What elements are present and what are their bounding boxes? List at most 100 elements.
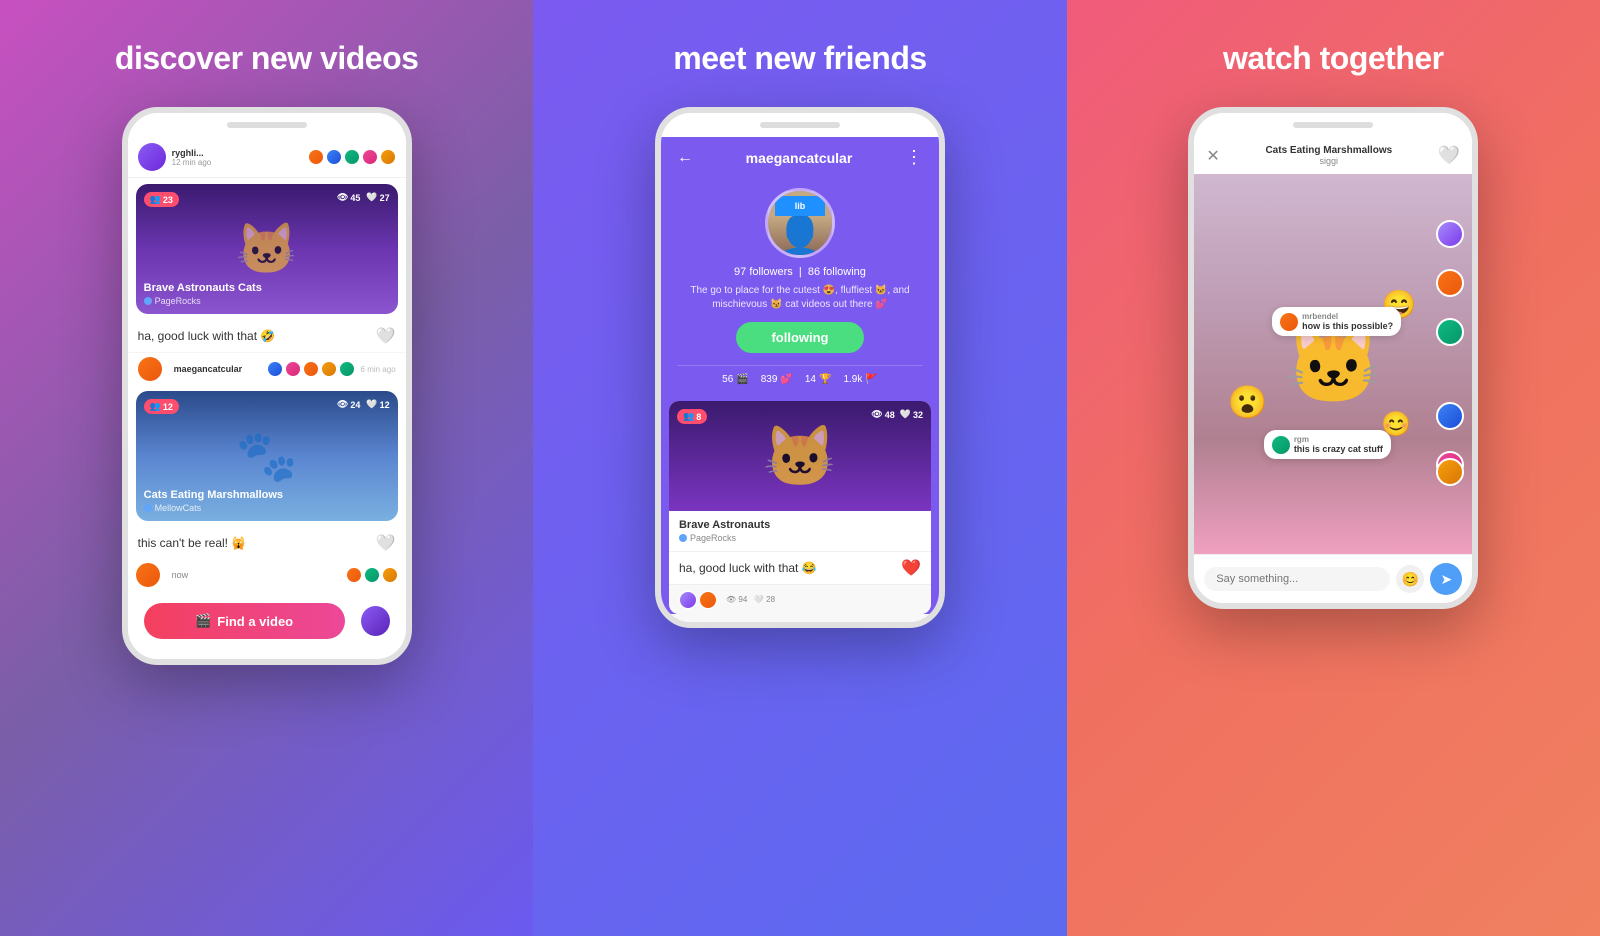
watch-top-bar: ✕ Cats Eating Marshmallows siggi 🤍	[1194, 137, 1472, 174]
comment-row-1: ha, good luck with that 🤣 🤍	[128, 320, 406, 352]
profile-bg: ← maegancatcular ⋮ 👤 lib 97 followers	[661, 137, 939, 614]
mini-avatar	[267, 361, 283, 377]
profile-stats: 97 followers | 86 following	[661, 266, 939, 278]
side-avatar-1	[1436, 220, 1464, 248]
find-video-button[interactable]: 🎬 Find a video	[144, 603, 345, 639]
mini-avatar	[308, 149, 324, 165]
profile-channel-name: PageRocks	[690, 533, 736, 543]
video-thumb-1: 🐱 👥 23 👁 45 🤍 27 Brave Astronauts Cats	[136, 184, 398, 314]
mini-avatar	[285, 361, 301, 377]
comment-text-2: this can't be real! 🙀	[138, 536, 376, 550]
divider-username: maegancatcular	[174, 364, 267, 374]
video-card-1[interactable]: 🐱 👥 23 👁 45 🤍 27 Brave Astronauts Cats	[136, 184, 398, 314]
mini-avatar	[346, 567, 362, 583]
heart-red-icon[interactable]: ❤️	[901, 558, 921, 578]
phone-notch-3	[1194, 113, 1472, 137]
chat-msg-1: how is this possible?	[1302, 321, 1393, 331]
badge-4: 1.9k 🚩	[843, 374, 877, 385]
avatar-hat: lib	[775, 196, 825, 216]
profile-video-channel: PageRocks	[679, 533, 921, 543]
profile-nav: ← maegancatcular ⋮	[661, 137, 939, 178]
profile-avatar: 👤 lib	[765, 188, 835, 258]
chat-avatar-2	[1272, 436, 1290, 454]
heart-icon-2[interactable]: 🤍	[376, 533, 396, 553]
video-title-1: Brave Astronauts Cats	[144, 282, 390, 294]
notch-bar-1	[227, 122, 307, 128]
watch-screen: ✕ Cats Eating Marshmallows siggi 🤍 🐱	[1194, 137, 1472, 603]
phone-1: ryghli... 12 min ago 🐱 👥 23	[122, 107, 412, 665]
feed-screen: ryghli... 12 min ago 🐱 👥 23	[128, 137, 406, 659]
emoji-button[interactable]: 😊	[1396, 565, 1424, 593]
badge-3-count: 14	[805, 374, 816, 385]
divider-avatars	[267, 361, 355, 377]
more-dots[interactable]: ⋮	[905, 147, 923, 168]
chat-user-2: rgm	[1294, 435, 1383, 444]
profile-bottom-bar: 👁 94 🤍 28	[669, 584, 931, 614]
heart-icon-1[interactable]: 🤍	[376, 326, 396, 346]
video-card-2[interactable]: 🐾 👥 12 👁 24 🤍 12 Cats Eating Marshmallow…	[136, 391, 398, 521]
profile-screen: ← maegancatcular ⋮ 👤 lib 97 followers	[661, 137, 939, 622]
watch-input-bar: 😊 ➤	[1194, 554, 1472, 603]
video-info-1: Brave Astronauts Cats PageRocks	[144, 282, 390, 306]
bottom-time: now	[172, 570, 189, 580]
mini-avatar	[382, 567, 398, 583]
feed-time: 12 min ago	[172, 158, 308, 167]
panel2-title: meet new friends	[673, 40, 926, 77]
heart-stat: 🤍 27	[366, 192, 389, 203]
mini-avatar	[344, 149, 360, 165]
avatar-face: 👤	[775, 213, 825, 258]
close-button[interactable]: ✕	[1206, 146, 1219, 166]
profile-video-card[interactable]: 🐱 👥 8 👁 48 🤍 32 Brave Astronauts	[669, 401, 931, 614]
mini-avatar	[326, 149, 342, 165]
heart-top-button[interactable]: 🤍	[1438, 145, 1460, 166]
chat-input[interactable]	[1204, 567, 1390, 591]
badge-1: 56 🎬	[722, 374, 749, 385]
mini-avatar	[364, 567, 380, 583]
profile-video-info: Brave Astronauts PageRocks	[669, 511, 931, 551]
chat-bubble-1-content: mrbendel how is this possible?	[1302, 312, 1393, 331]
video-thumb-2: 🐾 👥 12 👁 24 🤍 12 Cats Eating Marshmallow…	[136, 391, 398, 521]
profile-avatar-container: 👤 lib	[661, 188, 939, 258]
panel-watch: watch together ✕ Cats Eating Marshmallow…	[1067, 0, 1600, 936]
profile-viewer-badge: 👥 8	[677, 409, 707, 424]
badge-4-count: 1.9k	[843, 374, 862, 385]
followers-count: 97 followers	[734, 266, 793, 278]
feed-top-bar: ryghli... 12 min ago	[128, 137, 406, 178]
btn-row: now	[128, 559, 406, 591]
chat-bubble-2-content: rgm this is crazy cat stuff	[1294, 435, 1383, 454]
mini-avatar	[362, 149, 378, 165]
panel-discover: discover new videos ryghli... 12 min ago	[0, 0, 533, 936]
divider-row: maegancatcular 6 min ago	[128, 352, 406, 385]
following-button[interactable]: following	[736, 322, 863, 353]
divider-time: 6 min ago	[361, 365, 396, 374]
phone-3: ✕ Cats Eating Marshmallows siggi 🤍 🐱	[1188, 107, 1478, 609]
side-avatar-6	[1436, 458, 1464, 486]
view-count-1: 👁 45 🤍 27	[337, 192, 390, 203]
emoji-shock: 😮	[1228, 383, 1268, 421]
phone-notch-2	[661, 113, 939, 137]
chat-user-1: mrbendel	[1302, 312, 1393, 321]
viewer-badge-1: 👥 23	[144, 192, 179, 207]
chat-bubble-2: rgm this is crazy cat stuff	[1264, 430, 1391, 459]
watch-video-subtitle: siggi	[1220, 156, 1438, 166]
viewer-badge-2: 👥 12	[144, 399, 179, 414]
eye-stat-2: 👁 24	[337, 399, 360, 410]
send-button[interactable]: ➤	[1430, 563, 1462, 595]
video-info-2: Cats Eating Marshmallows MellowCats	[144, 489, 390, 513]
back-arrow[interactable]: ←	[677, 149, 693, 167]
chat-bubble-1: mrbendel how is this possible?	[1272, 307, 1401, 336]
avatar-top	[138, 143, 166, 171]
chat-avatar-1	[1280, 313, 1298, 331]
bottom-avatar	[136, 563, 160, 587]
video-title-2: Cats Eating Marshmallows	[144, 489, 390, 501]
profile-heart-stat: 🤍 32	[900, 409, 923, 420]
channel-name-2: MellowCats	[155, 503, 202, 513]
find-video-row: 🎬 Find a video	[128, 595, 406, 659]
badge-3: 14 🏆	[805, 374, 832, 385]
profile-video-thumb: 🐱 👥 8 👁 48 🤍 32	[669, 401, 931, 511]
mini-avatar	[339, 361, 355, 377]
profile-video-title: Brave Astronauts	[679, 519, 921, 531]
panel-meet: meet new friends ← maegancatcular ⋮ 👤	[533, 0, 1066, 936]
viewers-icon: 👥	[150, 194, 161, 205]
eye-stat: 👁 45	[337, 192, 360, 203]
